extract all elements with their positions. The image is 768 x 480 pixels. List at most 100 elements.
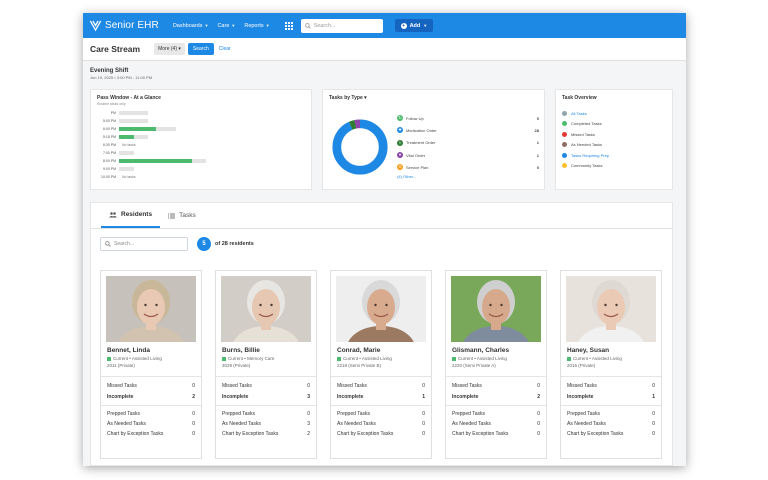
task-overview-row[interactable]: As Needed Tasks bbox=[562, 140, 666, 151]
resident-card[interactable]: Burns, Billie Current • Memory Care 3029 (… bbox=[215, 270, 317, 459]
task-overview-icon bbox=[562, 110, 567, 116]
pass-window-row: 6:00 PM bbox=[97, 125, 305, 133]
task-type-row[interactable]: ⚕ Treatment Order 1 bbox=[397, 137, 539, 149]
task-type-count: 1 bbox=[536, 152, 539, 158]
resident-search-input[interactable]: Search... bbox=[100, 237, 188, 251]
resident-room: 2011 (Private) bbox=[107, 363, 135, 368]
task-type-row[interactable]: ☰ Service Plan 0 bbox=[397, 161, 539, 173]
stat-row-exception[interactable]: Chart by Exception Tasks 0 bbox=[452, 429, 540, 439]
resident-card[interactable]: Bennet, Linda Current • Assisted Living 20… bbox=[100, 270, 202, 459]
stat-row-prepped[interactable]: Prepped Tasks 0 bbox=[107, 409, 195, 419]
stat-row-exception[interactable]: Chart by Exception Tasks 0 bbox=[567, 429, 655, 439]
tab-tasks[interactable]: Tasks bbox=[160, 203, 204, 228]
pass-window-bar[interactable] bbox=[119, 118, 148, 124]
resident-name[interactable]: Bennet, Linda bbox=[107, 347, 201, 354]
task-type-row[interactable]: ↻ Follow Up 0 bbox=[397, 112, 539, 124]
pass-window-bar[interactable] bbox=[119, 134, 148, 140]
stat-row-incomplete[interactable]: Incomplete 2 bbox=[452, 391, 540, 402]
stat-row-missed[interactable]: Missed Tasks 0 bbox=[107, 380, 195, 391]
stat-row-incomplete[interactable]: Incomplete 1 bbox=[337, 391, 425, 402]
stat-label: As Needed Tasks bbox=[452, 421, 491, 427]
resident-name[interactable]: Conrad, Marie bbox=[337, 347, 431, 354]
pass-window-time: 5:00 PM bbox=[102, 119, 116, 123]
stat-row-prepped[interactable]: Prepped Tasks 0 bbox=[337, 409, 425, 419]
chevron-down-icon: ▼ bbox=[231, 23, 236, 28]
pass-window-bar[interactable] bbox=[119, 158, 206, 164]
stat-row-exception[interactable]: Chart by Exception Tasks 0 bbox=[337, 429, 425, 439]
stat-row-missed[interactable]: Missed Tasks 0 bbox=[567, 380, 655, 391]
task-type-label: Follow Up bbox=[406, 115, 424, 121]
pass-window-bar[interactable] bbox=[119, 126, 177, 132]
pass-window-row: 5:18 PM bbox=[97, 133, 305, 141]
nav-care[interactable]: Care ▼ bbox=[217, 23, 235, 29]
task-overview-row[interactable]: Tasks Requiring Prep bbox=[562, 150, 666, 161]
stat-row-incomplete[interactable]: Incomplete 3 bbox=[222, 391, 310, 402]
stat-label: Prepped Tasks bbox=[337, 411, 370, 417]
stat-row-incomplete[interactable]: Incomplete 2 bbox=[107, 391, 195, 402]
status-indicator-icon bbox=[567, 356, 571, 361]
more-filters-button[interactable]: More (4) ▾ bbox=[154, 43, 185, 55]
stat-row-as_needed[interactable]: As Needed Tasks 0 bbox=[337, 419, 425, 429]
task-overview-row[interactable]: Community Tasks bbox=[562, 161, 666, 172]
pass-window-row: 10:00 PM No tasks bbox=[97, 173, 305, 181]
avatar bbox=[336, 276, 426, 342]
resident-card[interactable]: Haney, Susan Current • Assisted Living 201… bbox=[560, 270, 662, 459]
nav-dashboards[interactable]: Dashboards ▼ bbox=[173, 23, 209, 29]
task-type-row[interactable]: ✚ Medication Order 28 bbox=[397, 124, 539, 136]
stat-row-prepped[interactable]: Prepped Tasks 0 bbox=[567, 409, 655, 419]
stat-row-missed[interactable]: Missed Tasks 0 bbox=[222, 380, 310, 391]
pass-window-time: PM bbox=[110, 111, 116, 115]
pass-window-bar[interactable] bbox=[119, 166, 134, 172]
stat-row-as_needed[interactable]: As Needed Tasks 3 bbox=[222, 419, 310, 429]
pass-window-bar[interactable] bbox=[119, 110, 148, 116]
tasks-by-type-title[interactable]: Tasks by Type ▾ bbox=[329, 95, 538, 101]
other-types-link[interactable]: (4) Other... bbox=[397, 174, 539, 179]
nav-reports[interactable]: Reports ▼ bbox=[244, 23, 269, 29]
resident-card[interactable]: Glismann, Charles Current • Assisted Livi… bbox=[445, 270, 547, 459]
task-overview-row[interactable]: All Tasks bbox=[562, 108, 666, 119]
stat-label: Incomplete bbox=[452, 393, 479, 400]
resident-task-detail: Prepped Tasks 0 As Needed Tasks 0 Chart by E… bbox=[101, 405, 201, 439]
stat-row-exception[interactable]: Chart by Exception Tasks 0 bbox=[107, 429, 195, 439]
task-overview-row[interactable]: Completed Tasks bbox=[562, 119, 666, 130]
status-indicator-icon bbox=[107, 356, 111, 361]
task-overview-icon bbox=[562, 121, 567, 127]
tasks-by-type-panel: Tasks by Type ▾ ↻ Follow Up 0 ✚ Medication O… bbox=[322, 89, 545, 190]
stat-row-as_needed[interactable]: As Needed Tasks 0 bbox=[452, 419, 540, 429]
search-button[interactable]: Search bbox=[187, 43, 214, 55]
stat-row-prepped[interactable]: Prepped Tasks 0 bbox=[452, 409, 540, 419]
global-search-input[interactable]: Search... bbox=[300, 18, 383, 33]
task-overview-label: Community Tasks bbox=[571, 163, 603, 169]
pass-window-bar[interactable] bbox=[119, 150, 134, 156]
stat-row-as_needed[interactable]: As Needed Tasks 0 bbox=[107, 419, 195, 429]
pass-window-time: 7:00 PM bbox=[102, 151, 116, 155]
resident-card[interactable]: Conrad, Marie Current • Assisted Living 22… bbox=[330, 270, 432, 459]
task-type-label: Treatment Order bbox=[406, 140, 436, 146]
stat-row-exception[interactable]: Chart by Exception Tasks 2 bbox=[222, 429, 310, 439]
tab-residents[interactable]: Residents bbox=[101, 203, 161, 228]
clear-link[interactable]: Clear bbox=[219, 46, 231, 52]
task-type-row[interactable]: ♥ Vital Order 1 bbox=[397, 149, 539, 161]
stat-row-as_needed[interactable]: As Needed Tasks 0 bbox=[567, 419, 655, 429]
resident-name[interactable]: Burns, Billie bbox=[222, 347, 316, 354]
pass-window-row: 6:30 PM No tasks bbox=[97, 141, 305, 149]
task-overview-row[interactable]: Missed Tasks bbox=[562, 129, 666, 140]
resident-name[interactable]: Glismann, Charles bbox=[452, 347, 546, 354]
resident-status: Current • Assisted Living bbox=[337, 356, 431, 361]
resident-name[interactable]: Haney, Susan bbox=[567, 347, 661, 354]
stat-row-incomplete[interactable]: Incomplete 1 bbox=[567, 391, 655, 402]
task-overview-icon bbox=[562, 163, 567, 169]
donut-segment[interactable] bbox=[332, 119, 388, 175]
nav-reports-label: Reports bbox=[244, 22, 264, 29]
stat-value: 0 bbox=[192, 382, 195, 389]
stat-row-prepped[interactable]: Prepped Tasks 0 bbox=[222, 409, 310, 419]
stat-row-missed[interactable]: Missed Tasks 0 bbox=[452, 380, 540, 391]
add-button[interactable]: + Add ▼ bbox=[394, 19, 434, 32]
apps-grid-icon[interactable] bbox=[284, 21, 293, 30]
brand-logo[interactable]: Senior EHR bbox=[89, 19, 159, 32]
resident-status-text: Current • Assisted Living bbox=[573, 356, 622, 361]
stat-row-missed[interactable]: Missed Tasks 0 bbox=[337, 380, 425, 391]
task-overview-list: All Tasks Completed Tasks Missed Tasks As N… bbox=[562, 108, 666, 171]
stat-value: 2 bbox=[192, 393, 195, 400]
pass-window-panel: Pass Window - At a Glance Routine tasks … bbox=[90, 89, 312, 190]
